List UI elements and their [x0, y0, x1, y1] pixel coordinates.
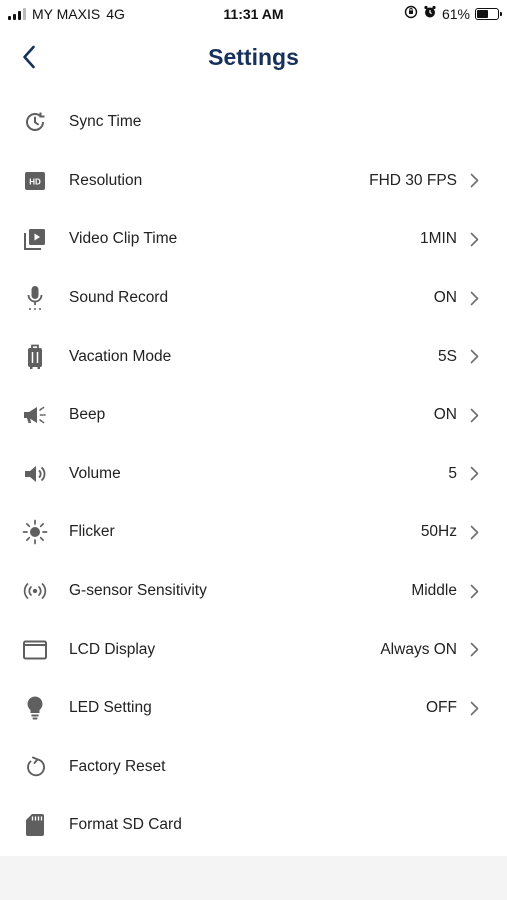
- settings-row-label: Sound Record: [69, 289, 169, 307]
- settings-row-format-sd-card[interactable]: Format SD Card: [0, 796, 507, 855]
- brightness-icon: [18, 517, 52, 547]
- settings-row-beep[interactable]: Beep ON: [0, 386, 507, 445]
- settings-row-led-setting[interactable]: LED Setting OFF: [0, 679, 507, 738]
- settings-row-label: Video Clip Time: [69, 230, 178, 248]
- hd-icon: HD: [18, 166, 52, 196]
- settings-row-video-clip-time[interactable]: Video Clip Time 1MIN: [0, 210, 507, 269]
- orientation-lock-icon: [404, 5, 418, 22]
- settings-row-value: Always ON: [380, 640, 457, 658]
- battery-icon: [475, 7, 502, 20]
- sync-time-icon: [18, 107, 52, 137]
- settings-row-value: 1MIN: [419, 230, 457, 248]
- chevron-right-icon: [470, 269, 479, 328]
- settings-row-label: Resolution: [69, 171, 143, 189]
- megaphone-icon: [18, 400, 52, 430]
- settings-row-label: Flicker: [69, 523, 115, 541]
- sd-card-icon: [18, 810, 52, 840]
- volume-icon: [18, 459, 52, 489]
- settings-row-sound-record[interactable]: Sound Record ON: [0, 269, 507, 328]
- settings-row-factory-reset[interactable]: Factory Reset: [0, 738, 507, 797]
- status-right: 61%: [404, 5, 502, 22]
- display-icon: [18, 635, 52, 665]
- nav-header: Settings: [0, 30, 507, 88]
- settings-row-flicker[interactable]: Flicker 50Hz: [0, 503, 507, 562]
- settings-row-label: LCD Display: [69, 640, 156, 658]
- settings-list: Sync Time HD Resolution FHD 30 FPS Video…: [0, 93, 507, 855]
- page-title: Settings: [208, 44, 299, 70]
- settings-row-resolution[interactable]: HD Resolution FHD 30 FPS: [0, 152, 507, 211]
- settings-row-label: Format SD Card: [69, 816, 182, 834]
- chevron-right-icon: [470, 679, 479, 738]
- battery-percent: 61%: [441, 5, 470, 22]
- chevron-right-icon: [470, 386, 479, 445]
- bottom-area: [0, 856, 507, 900]
- settings-row-value: ON: [433, 406, 457, 424]
- chevron-right-icon: [470, 445, 479, 504]
- settings-row-label: Volume: [69, 464, 121, 482]
- settings-row-label: G-sensor Sensitivity: [69, 582, 207, 600]
- settings-row-g-sensor-sensitivity[interactable]: G-sensor Sensitivity Middle: [0, 562, 507, 621]
- settings-row-label: LED Setting: [69, 699, 152, 717]
- svg-text:HD: HD: [29, 177, 41, 186]
- settings-row-label: Factory Reset: [69, 757, 166, 775]
- sensor-icon: [18, 576, 52, 606]
- settings-row-value: OFF: [426, 699, 457, 717]
- settings-row-volume[interactable]: Volume 5: [0, 445, 507, 504]
- chevron-right-icon: [470, 210, 479, 269]
- microphone-icon: [18, 283, 52, 313]
- chevron-right-icon: [470, 327, 479, 386]
- settings-row-vacation-mode[interactable]: Vacation Mode 5S: [0, 327, 507, 386]
- settings-row-sync-time[interactable]: Sync Time: [0, 93, 507, 152]
- alarm-icon: [423, 5, 437, 22]
- lightbulb-icon: [18, 693, 52, 723]
- status-bar: MY MAXIS 4G 11:31 AM 61%: [0, 0, 507, 30]
- settings-row-label: Beep: [69, 406, 106, 424]
- chevron-right-icon: [470, 503, 479, 562]
- settings-row-lcd-display[interactable]: LCD Display Always ON: [0, 620, 507, 679]
- settings-row-value: 5: [448, 464, 457, 482]
- settings-row-value: ON: [433, 289, 457, 307]
- settings-row-label: Sync Time: [69, 113, 142, 131]
- settings-row-label: Vacation Mode: [69, 347, 172, 365]
- settings-row-value: FHD 30 FPS: [369, 171, 457, 189]
- chevron-right-icon: [470, 562, 479, 621]
- reset-icon: [18, 752, 52, 782]
- chevron-right-icon: [470, 152, 479, 211]
- video-clip-icon: [18, 224, 52, 254]
- settings-row-value: 50Hz: [420, 523, 457, 541]
- settings-row-value: 5S: [438, 347, 457, 365]
- luggage-icon: [18, 342, 52, 372]
- settings-row-value: Middle: [411, 582, 457, 600]
- chevron-right-icon: [470, 620, 479, 679]
